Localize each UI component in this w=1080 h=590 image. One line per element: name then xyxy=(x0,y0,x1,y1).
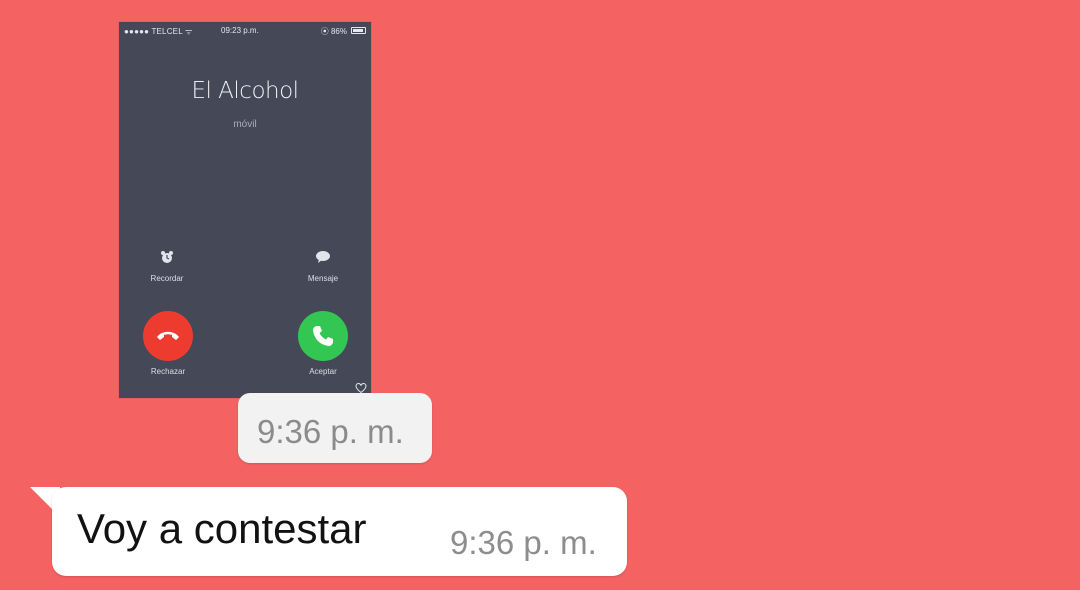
battery-percent: ⦿ 86% xyxy=(320,27,347,36)
decline-label: Rechazar xyxy=(150,367,186,376)
status-time: 09:23 p.m. xyxy=(221,26,259,35)
accept-call-button xyxy=(298,311,348,361)
phone-hangup-icon xyxy=(157,331,179,340)
message-text: Voy a contestar xyxy=(77,505,367,552)
message-label: Mensaje xyxy=(307,274,339,283)
image-timestamp-bubble: 9:36 p. m. xyxy=(238,393,432,463)
phone-icon xyxy=(313,326,333,346)
caller-name: El Alcohol xyxy=(191,78,299,104)
remind-action: Recordar xyxy=(127,248,207,283)
message-timestamp: 9:36 p. m. xyxy=(450,524,597,561)
message-action: Mensaje xyxy=(283,248,363,283)
decline-call-button xyxy=(143,311,193,361)
speech-bubble-icon xyxy=(283,248,363,266)
carrier-label: ●●●●● TELCEL ᯤ xyxy=(124,27,193,36)
image-timestamp: 9:36 p. m. xyxy=(257,413,404,450)
caller-type: móvil xyxy=(233,119,257,130)
phone-status-bar: ●●●●● TELCEL ᯤ 09:23 p.m. ⦿ 86% xyxy=(119,22,371,38)
accept-label: Aceptar xyxy=(309,367,337,376)
battery-icon xyxy=(351,27,366,34)
shared-call-screenshot[interactable]: ●●●●● TELCEL ᯤ 09:23 p.m. ⦿ 86% El Alcoh… xyxy=(119,22,371,398)
alarm-clock-icon xyxy=(127,248,207,266)
message-bubble[interactable]: Voy a contestar 9:36 p. m. xyxy=(52,487,627,576)
remind-label: Recordar xyxy=(150,274,184,283)
